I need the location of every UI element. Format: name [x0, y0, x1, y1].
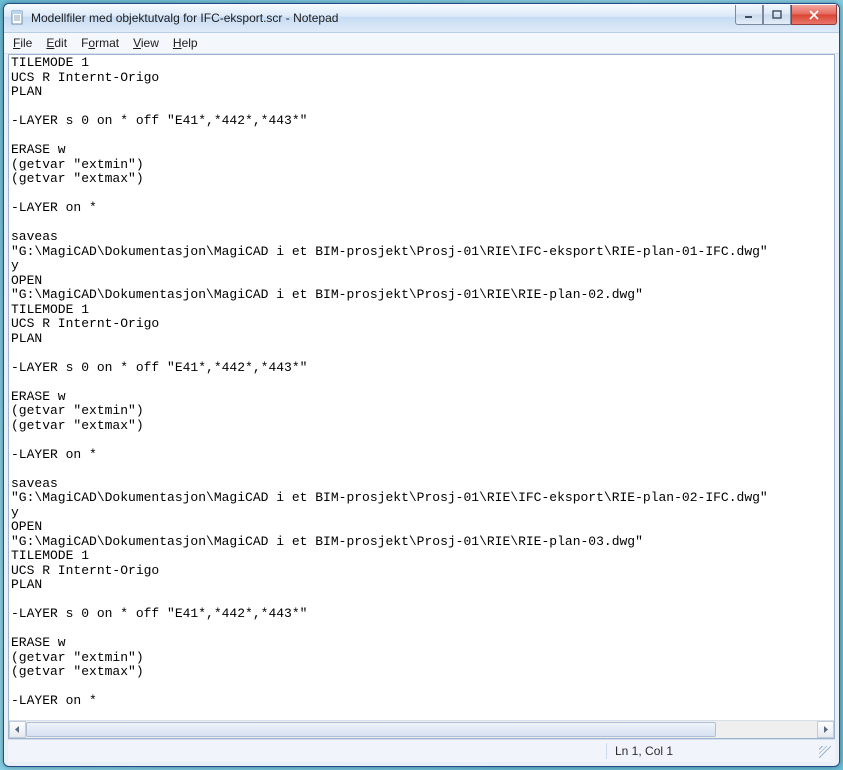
menu-edit[interactable]: Edit — [39, 35, 74, 51]
menu-help[interactable]: Help — [166, 35, 205, 51]
notepad-window: Modellfiler med objektutvalg for IFC-eks… — [3, 3, 840, 767]
titlebar[interactable]: Modellfiler med objektutvalg for IFC-eks… — [4, 4, 839, 33]
status-bar: Ln 1, Col 1 — [8, 739, 835, 762]
status-cursor-position: Ln 1, Col 1 — [607, 744, 681, 758]
menu-view[interactable]: View — [126, 35, 166, 51]
menu-format[interactable]: Format — [74, 35, 126, 51]
menu-bar: File Edit Format View Help — [4, 33, 839, 54]
scroll-thumb[interactable] — [26, 722, 716, 737]
resize-grip-icon[interactable] — [815, 742, 833, 760]
horizontal-scrollbar[interactable] — [9, 720, 834, 738]
window-title: Modellfiler med objektutvalg for IFC-eks… — [31, 11, 735, 25]
minimize-button[interactable] — [735, 5, 763, 25]
window-controls — [735, 5, 837, 25]
editor-frame: TILEMODE 1 UCS R Internt-Origo PLAN -LAY… — [8, 54, 835, 739]
menu-file[interactable]: File — [6, 35, 39, 51]
notepad-app-icon — [10, 10, 26, 26]
scroll-track[interactable] — [26, 721, 817, 738]
scroll-right-button[interactable] — [817, 721, 834, 738]
text-editor[interactable]: TILEMODE 1 UCS R Internt-Origo PLAN -LAY… — [9, 55, 834, 720]
close-button[interactable] — [791, 5, 837, 25]
scroll-left-button[interactable] — [9, 721, 26, 738]
maximize-button[interactable] — [763, 5, 791, 25]
